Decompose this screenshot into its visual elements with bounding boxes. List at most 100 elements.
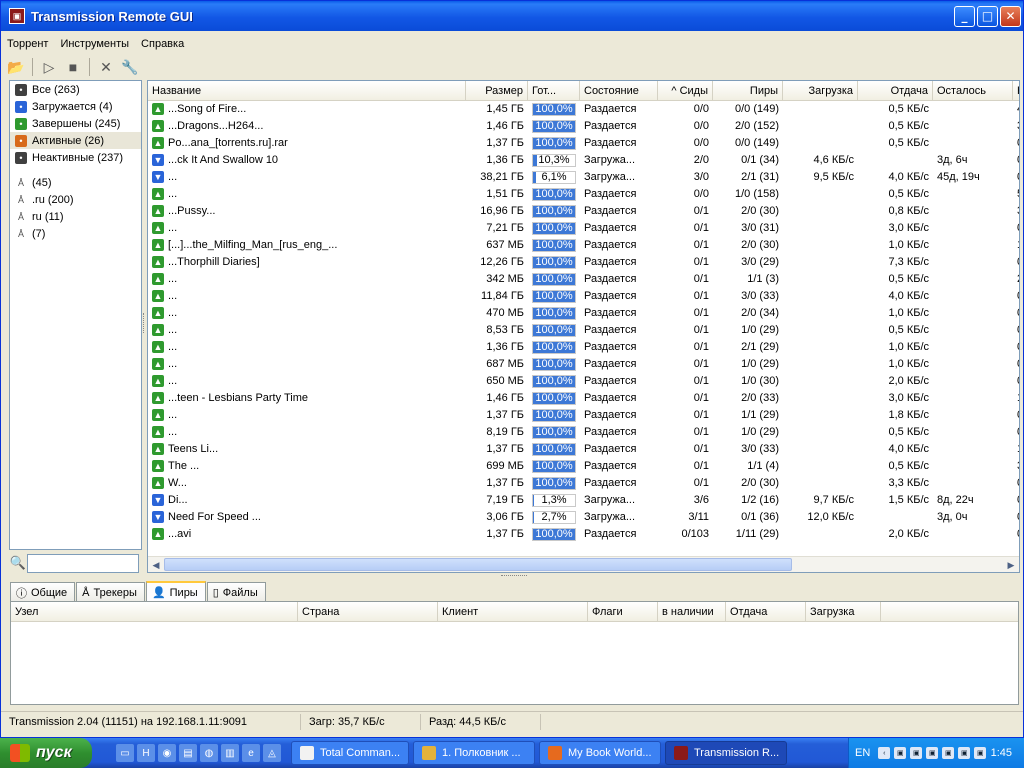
table-row[interactable]: ▲... 8,53 ГБ 100,0% Раздается 0/1 1/0 (29) 0,5… xyxy=(148,322,1019,339)
taskbar-item[interactable]: Transmission R... xyxy=(665,741,787,765)
minimize-button[interactable]: _ xyxy=(954,5,975,27)
remove-icon[interactable]: ✕ xyxy=(95,56,117,78)
start-label: пуск xyxy=(36,744,72,761)
column-header[interactable]: Осталось xyxy=(933,81,1013,101)
column-header[interactable]: Размер xyxy=(466,81,528,101)
maximize-button[interactable]: □ xyxy=(977,5,998,27)
peers-column-header[interactable]: Узел xyxy=(11,602,298,622)
column-header[interactable]: Состояние xyxy=(580,81,658,101)
column-header[interactable]: Загрузка xyxy=(783,81,858,101)
horizontal-splitter[interactable] xyxy=(501,575,527,578)
tracker-filter-item[interactable]: Åru (11) xyxy=(10,208,141,225)
peers-column-header[interactable]: в наличии xyxy=(658,602,726,622)
tracker-icon: Å xyxy=(17,228,24,239)
table-row[interactable]: ▲... 1,36 ГБ 100,0% Раздается 0/1 2/1 (29) 1,0… xyxy=(148,339,1019,356)
tab-peers[interactable]: 👤 Пиры xyxy=(145,581,206,602)
tray-app-icon[interactable]: ▣ xyxy=(942,747,955,759)
peers-panel: Узел Страна Клиент Флаги в наличии Отдача Загр… xyxy=(10,601,1019,705)
clock[interactable]: 1:45 xyxy=(991,747,1012,759)
scroll-right-icon[interactable]: ▶ xyxy=(1004,558,1018,572)
table-row[interactable]: ▲ W... 1,37 ГБ 100,0% Раздается 0/1 2/0 (30) 3,… xyxy=(148,475,1019,492)
tracker-filter-item[interactable]: Å (45) xyxy=(10,174,141,191)
menu-torrent[interactable]: Торрент xyxy=(1,38,54,50)
scroll-left-icon[interactable]: ◀ xyxy=(149,558,163,572)
table-row[interactable]: ▲ ...Song of Fire... 1,45 ГБ 100,0% Раздаетс… xyxy=(148,101,1019,118)
scrollbar-thumb[interactable] xyxy=(164,558,792,571)
app-save-icon[interactable]: ▤ xyxy=(179,744,197,762)
peers-column-header[interactable]: Загрузка xyxy=(806,602,881,622)
close-button[interactable]: ✕ xyxy=(1000,5,1021,27)
table-row[interactable]: ▲ Teens Li... 1,37 ГБ 100,0% Раздается 0/1 3/0… xyxy=(148,441,1019,458)
settings-wrench-icon[interactable]: 🔧 xyxy=(119,56,141,78)
table-row[interactable]: ▲ ...Thorphill Diaries] 12,26 ГБ 100,0% Разд… xyxy=(148,254,1019,271)
table-row[interactable]: ▲... 650 МБ 100,0% Раздается 0/1 1/0 (30) 2,0 … xyxy=(148,373,1019,390)
table-row[interactable]: ▲... 1,51 ГБ 100,0% Раздается 0/0 1/0 (158) 0,… xyxy=(148,186,1019,203)
filter-item[interactable]: • Активные (26) xyxy=(10,132,141,149)
filter-item[interactable]: • Все (263) xyxy=(10,81,141,98)
column-header[interactable]: ^ Сиды xyxy=(658,81,713,101)
start-icon[interactable]: ▷ xyxy=(38,56,60,78)
table-row[interactable]: ▲... 687 МБ 100,0% Раздается 0/1 1/0 (29) 1,0 … xyxy=(148,356,1019,373)
column-header[interactable]: Название xyxy=(148,81,466,101)
table-row[interactable]: ▲ ...Dragons...H264... 1,46 ГБ 100,0% Раздае… xyxy=(148,118,1019,135)
tab-info[interactable]: ⓘ Общие xyxy=(10,582,76,602)
menu-help[interactable]: Справка xyxy=(135,38,190,50)
table-row[interactable]: ▲... 1,37 ГБ 100,0% Раздается 0/1 1/1 (29) 1,8… xyxy=(148,407,1019,424)
ie-icon[interactable]: e xyxy=(242,744,260,762)
filter-item[interactable]: • Загружается (4) xyxy=(10,98,141,115)
taskbar-item[interactable]: My Book World... xyxy=(539,741,661,765)
tracker-filter-item[interactable]: Å (7) xyxy=(10,225,141,242)
table-row[interactable]: ▲... 342 МБ 100,0% Раздается 0/1 1/1 (3) 0,5 К… xyxy=(148,271,1019,288)
table-row[interactable]: ▲ ...teen - Lesbians Party Time 1,46 ГБ 100… xyxy=(148,390,1019,407)
filter-item[interactable]: • Неактивные (237) xyxy=(10,149,141,166)
tab-files[interactable]: ▯ Файлы xyxy=(206,582,266,602)
tray-app-icon[interactable]: ▣ xyxy=(974,747,987,759)
tray-app-icon[interactable]: ▣ xyxy=(926,747,939,759)
table-row[interactable]: ▲ The ... 699 МБ 100,0% Раздается 0/1 1/1 (4) 0… xyxy=(148,458,1019,475)
taskbar-item[interactable]: Total Comman... xyxy=(291,741,409,765)
table-row[interactable]: ▲... 8,19 ГБ 100,0% Раздается 0/1 1/0 (29) 0,5… xyxy=(148,424,1019,441)
table-row[interactable]: ▲ ...avi 1,37 ГБ 100,0% Раздается 0/103 1/11 (… xyxy=(148,526,1019,543)
start-button[interactable]: w пуск xyxy=(0,738,92,768)
table-row[interactable]: ▲ [...]...the_Milfing_Man_[rus_eng_... 637… xyxy=(148,237,1019,254)
firefox-quick-icon[interactable]: ◍ xyxy=(200,744,218,762)
peers-column-header[interactable]: Страна xyxy=(298,602,438,622)
table-row[interactable]: ▲... 11,84 ГБ 100,0% Раздается 0/1 3/0 (33) 4,… xyxy=(148,288,1019,305)
filter-item[interactable]: • Завершены (245) xyxy=(10,115,141,132)
tab-tracker[interactable]: Å Трекеры xyxy=(76,582,145,602)
cell-seeds: 0/1 xyxy=(693,477,709,489)
show-desktop-icon[interactable]: ▭ xyxy=(116,744,134,762)
stop-icon[interactable]: ■ xyxy=(62,56,84,78)
column-header[interactable]: Гот... xyxy=(528,81,580,101)
tray-app-icon[interactable]: ▣ xyxy=(910,747,923,759)
tracker-filter-item[interactable]: Å .ru (200) xyxy=(10,191,141,208)
table-row[interactable]: ▲... 7,21 ГБ 100,0% Раздается 0/1 3/0 (31) 3,0… xyxy=(148,220,1019,237)
table-row[interactable]: ▲ Po...ana_[torrents.ru].rar 1,37 ГБ 100,0%… xyxy=(148,135,1019,152)
table-row[interactable]: ▼ ...ck It And Swallow 10 1,36 ГБ 10,3% Загр… xyxy=(148,152,1019,169)
open-torrent-icon[interactable]: 📂 xyxy=(5,56,27,78)
taskbar-item[interactable]: 1. Полковник ... xyxy=(413,741,535,765)
peers-column-header[interactable]: Клиент xyxy=(438,602,588,622)
tray-app-icon[interactable]: ▣ xyxy=(958,747,971,759)
table-row[interactable]: ▲... 470 МБ 100,0% Раздается 0/1 2/0 (34) 1,0 … xyxy=(148,305,1019,322)
tray-expand-icon[interactable]: ‹ xyxy=(878,747,891,759)
horizontal-scrollbar[interactable]: ◀ ▶ xyxy=(148,556,1019,572)
language-indicator[interactable]: EN xyxy=(855,747,870,759)
tray-app-icon[interactable]: ▣ xyxy=(894,747,907,759)
column-header[interactable]: Пиры xyxy=(713,81,783,101)
menu-tools[interactable]: Инструменты xyxy=(54,38,135,50)
app-chart-icon[interactable]: ◬ xyxy=(263,744,281,762)
search-input[interactable] xyxy=(27,553,139,573)
column-header[interactable]: К xyxy=(1013,81,1019,101)
peers-column-header[interactable]: Отдача xyxy=(726,602,806,622)
peers-column-header[interactable]: Флаги xyxy=(588,602,658,622)
app-red-icon[interactable]: ◉ xyxy=(158,744,176,762)
title-bar[interactable]: ▣ Transmission Remote GUI _ □ ✕ xyxy=(1,1,1023,31)
notepad-icon[interactable]: ▥ xyxy=(221,744,239,762)
table-row[interactable]: ▼ Need For Speed ... 3,06 ГБ 2,7% Загружа...… xyxy=(148,509,1019,526)
app-h-icon[interactable]: H xyxy=(137,744,155,762)
column-header[interactable]: Отдача xyxy=(858,81,933,101)
table-row[interactable]: ▲ ...Pussy... 16,96 ГБ 100,0% Раздается 0/1 2/… xyxy=(148,203,1019,220)
table-row[interactable]: ▼ Di... 7,19 ГБ 1,3% Загружа... 3/6 1/2 (16) 9,… xyxy=(148,492,1019,509)
table-row[interactable]: ▼... 38,21 ГБ 6,1% Загружа... 3/0 2/1 (31) 9,5… xyxy=(148,169,1019,186)
